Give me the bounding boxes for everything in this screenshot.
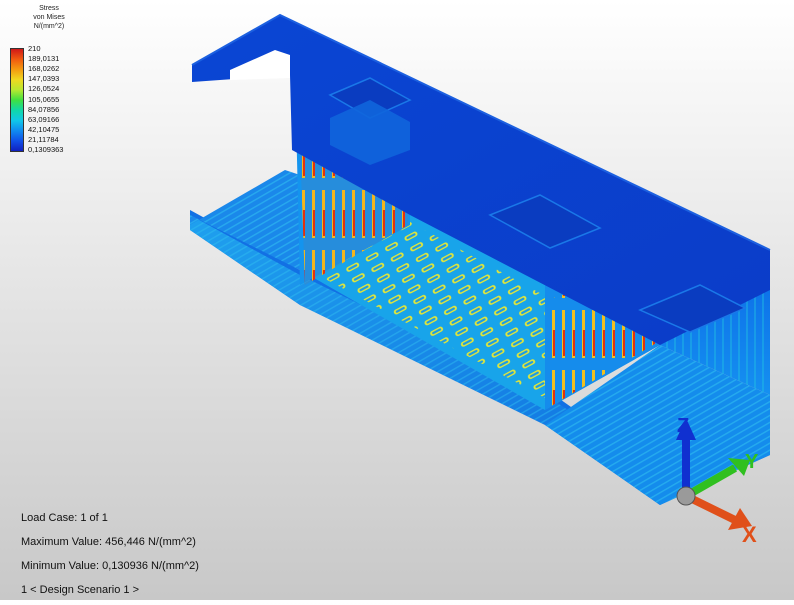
legend-title-line: von Mises bbox=[33, 14, 65, 21]
load-case-text: Load Case: 1 of 1 bbox=[21, 512, 108, 524]
min-value-text: Minimum Value: 0,130936 N/(mm^2) bbox=[21, 560, 199, 572]
legend-label: 168,0262 bbox=[28, 64, 60, 74]
legend-label: 105,0655 bbox=[28, 94, 60, 104]
legend-label: 0,1309363 bbox=[28, 145, 64, 154]
legend-title-line: N/(mm^2) bbox=[33, 23, 65, 30]
legend-label: 84,07856 bbox=[28, 104, 60, 114]
axis-y-label: Y bbox=[745, 451, 759, 473]
legend-label: 147,0393 bbox=[28, 74, 60, 84]
axis-z-label: Z bbox=[677, 415, 689, 437]
legend-label: 126,0524 bbox=[28, 84, 60, 94]
axis-x-label: X bbox=[742, 522, 757, 547]
stress-model-render: Z Y X bbox=[190, 13, 771, 547]
legend-label: 21,11784 bbox=[28, 134, 59, 144]
legend-label: 42,10475 bbox=[28, 124, 60, 134]
legend-label: 210 bbox=[28, 44, 41, 53]
legend-label: 63,09166 bbox=[28, 114, 60, 124]
design-scenario-text: 1 < Design Scenario 1 > bbox=[21, 584, 140, 596]
legend-label: 189,0131 bbox=[28, 54, 60, 64]
model-viewport[interactable]: Z Y X bbox=[0, 0, 794, 600]
max-value-text: Maximum Value: 456,446 N/(mm^2) bbox=[21, 536, 196, 548]
stress-legend: Stress von Mises N/(mm^2) 210 189,0131 168… bbox=[4, 4, 84, 154]
legend-colorbar bbox=[10, 48, 24, 152]
legend-title-line: Stress bbox=[39, 5, 59, 12]
